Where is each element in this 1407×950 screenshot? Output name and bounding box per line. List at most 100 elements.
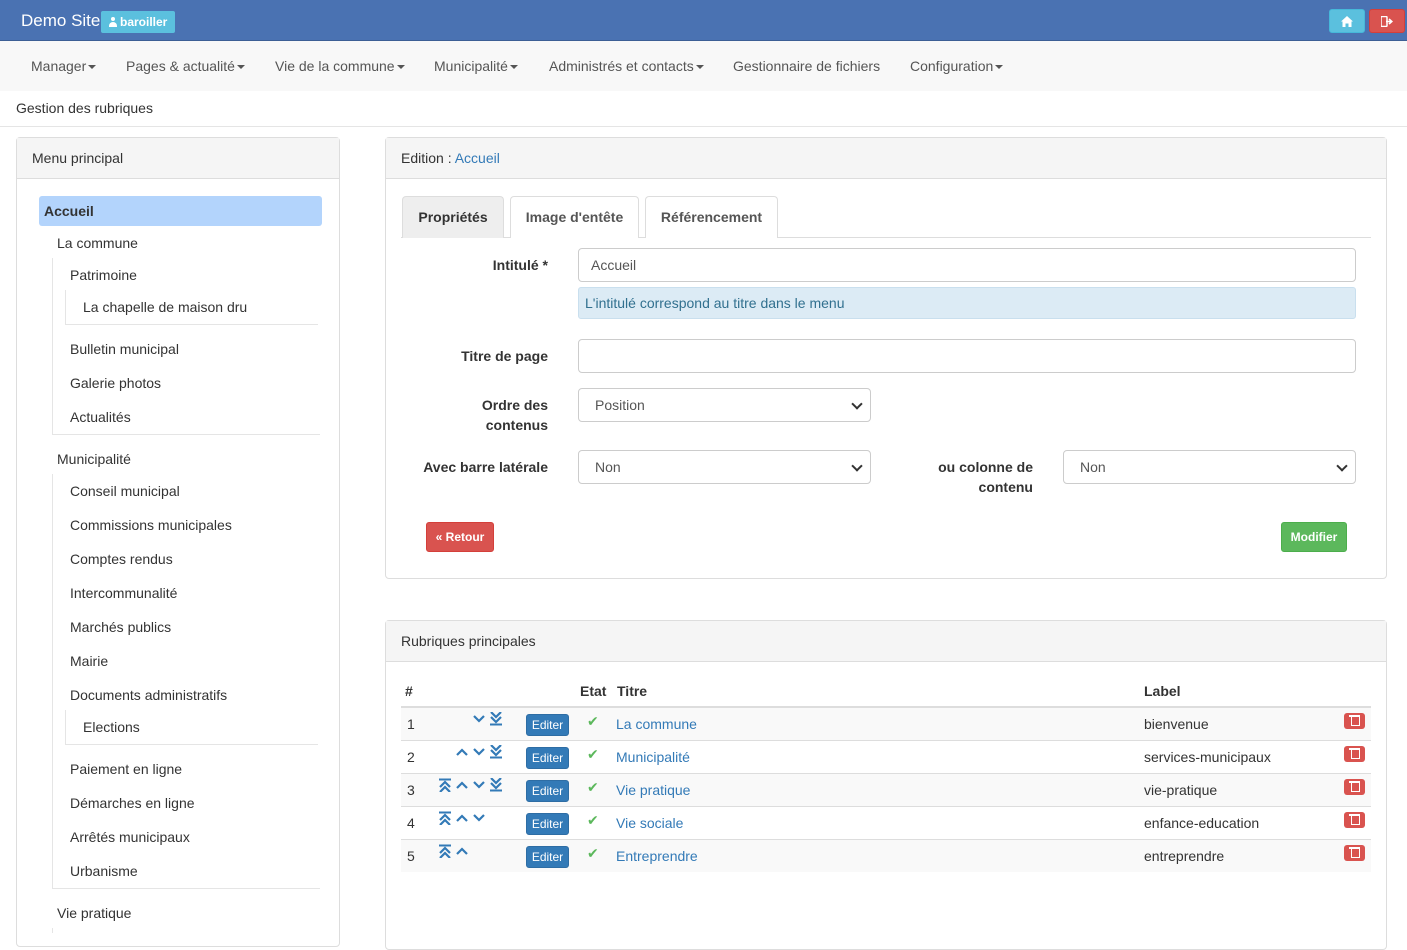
move-down-icon[interactable] [472, 778, 486, 792]
colonne-label: ou colonne de contenu [912, 457, 1033, 497]
status-check-icon: ✔ [587, 779, 599, 795]
row-title-link[interactable]: Vie pratique [616, 782, 690, 798]
colonne-select[interactable]: Non [1063, 450, 1356, 484]
tree-guide [52, 888, 320, 889]
tree-item-accueil[interactable]: Accueil [44, 203, 94, 219]
move-bottom-icon[interactable] [489, 778, 503, 792]
move-down-icon[interactable] [472, 712, 486, 726]
nav-configuration[interactable]: Configuration [910, 58, 1004, 74]
move-up-icon[interactable] [455, 745, 469, 759]
nav-label: Administrés et contacts [549, 58, 694, 74]
tree-guide [65, 744, 318, 745]
table-row: 1 Editer ✔ La commune bienvenue [401, 707, 1371, 740]
tree-item-demarches[interactable]: Démarches en ligne [70, 795, 195, 811]
nav-label: Manager [31, 58, 87, 74]
tree-item-intercommunalite[interactable]: Intercommunalité [70, 585, 177, 601]
row-number: 2 [407, 749, 415, 765]
edition-name-link[interactable]: Accueil [455, 150, 500, 166]
row-title-link[interactable]: Entreprendre [616, 848, 698, 864]
ordre-label-line: contenus [485, 417, 548, 433]
move-bottom-icon[interactable] [489, 745, 503, 759]
row-title-link[interactable]: Municipalité [616, 749, 690, 765]
nav-municipalite[interactable]: Municipalité [434, 58, 518, 74]
intitule-label: Intitulé * [492, 257, 548, 273]
brand-link[interactable]: Demo Site [21, 11, 100, 31]
tab-image-entete[interactable]: Image d'entête [510, 196, 639, 238]
delete-trash-icon[interactable] [1344, 713, 1365, 729]
tree-guide [65, 710, 66, 744]
tree-item-la-commune[interactable]: La commune [57, 235, 138, 251]
nav-vie-commune[interactable]: Vie de la commune [275, 58, 405, 74]
nav-fichiers[interactable]: Gestionnaire de fichiers [733, 58, 880, 74]
col-header-etat: Etat [580, 683, 607, 699]
rubriques-panel-title: Rubriques principales [386, 621, 1386, 662]
nav-administres[interactable]: Administrés et contacts [549, 58, 704, 74]
tree-item-marches[interactable]: Marchés publics [70, 619, 171, 635]
top-bar: Demo Site baroiller [0, 0, 1407, 41]
tree-guide [52, 258, 53, 434]
move-top-icon[interactable] [438, 778, 452, 792]
tree-item-documents[interactable]: Documents administratifs [70, 687, 227, 703]
row-label: services-municipaux [1144, 749, 1271, 765]
tree-item-municipalite[interactable]: Municipalité [57, 451, 131, 467]
tree-item-comptes-rendus[interactable]: Comptes rendus [70, 551, 173, 567]
tree-item-patrimoine[interactable]: Patrimoine [70, 267, 137, 283]
tree-item-urbanisme[interactable]: Urbanisme [70, 863, 138, 879]
retour-button[interactable]: « Retour [426, 522, 494, 552]
tree-item-vie-pratique[interactable]: Vie pratique [57, 905, 131, 921]
move-bottom-icon[interactable] [489, 712, 503, 726]
tree-item-mairie[interactable]: Mairie [70, 653, 108, 669]
nav-pages[interactable]: Pages & actualité [126, 58, 245, 74]
logout-button[interactable] [1369, 9, 1405, 33]
ordre-select[interactable]: Position [578, 388, 871, 422]
logout-icon [1380, 15, 1394, 28]
barre-laterale-select[interactable]: Non [578, 450, 871, 484]
tab-proprietes[interactable]: Propriétés [402, 196, 504, 238]
delete-trash-icon[interactable] [1344, 845, 1365, 861]
delete-trash-icon[interactable] [1344, 812, 1365, 828]
move-top-icon[interactable] [438, 844, 452, 858]
tree-item-chapelle[interactable]: La chapelle de maison dru [83, 299, 247, 315]
move-down-icon[interactable] [472, 811, 486, 825]
row-title-link[interactable]: La commune [616, 716, 697, 732]
user-badge[interactable]: baroiller [101, 11, 176, 33]
tree-item-conseil[interactable]: Conseil municipal [70, 483, 180, 499]
move-up-icon[interactable] [455, 811, 469, 825]
tree-item-commissions[interactable]: Commissions municipales [70, 517, 232, 533]
delete-trash-icon[interactable] [1344, 746, 1365, 762]
row-label: entreprendre [1144, 848, 1225, 864]
status-check-icon: ✔ [587, 746, 599, 762]
table-row: 4 Editer ✔ Vie sociale enfance-education [401, 806, 1371, 839]
intitule-input[interactable]: Accueil [578, 248, 1356, 282]
tree-item-galerie[interactable]: Galerie photos [70, 375, 161, 391]
delete-trash-icon[interactable] [1344, 779, 1365, 795]
tree-item-elections[interactable]: Elections [83, 719, 140, 735]
modifier-button[interactable]: Modifier [1281, 522, 1347, 552]
tree-item-actualites[interactable]: Actualités [70, 409, 131, 425]
move-top-icon[interactable] [438, 811, 452, 825]
edit-button[interactable]: Editer [526, 813, 569, 835]
move-down-icon[interactable] [472, 745, 486, 759]
move-up-icon[interactable] [455, 778, 469, 792]
titre-page-input[interactable] [578, 339, 1356, 373]
page-title: Gestion des rubriques [16, 100, 153, 116]
col-header-num: # [405, 683, 413, 699]
tree-item-bulletin[interactable]: Bulletin municipal [70, 341, 179, 357]
main-nav: Manager Pages & actualité Vie de la comm… [0, 41, 1407, 91]
edit-button[interactable]: Editer [526, 846, 569, 868]
tree-item-arretes[interactable]: Arrêtés municipaux [70, 829, 190, 845]
edit-button[interactable]: Editer [526, 780, 569, 802]
table-row: 5 Editer ✔ Entreprendre entreprendre [401, 839, 1371, 872]
nav-manager[interactable]: Manager [31, 58, 97, 74]
row-label: bienvenue [1144, 716, 1209, 732]
barre-select-value: Non [595, 459, 621, 475]
edit-button[interactable]: Editer [526, 714, 569, 736]
user-name: baroiller [120, 15, 168, 29]
tree-item-paiement[interactable]: Paiement en ligne [70, 761, 182, 777]
row-title-link[interactable]: Vie sociale [616, 815, 683, 831]
move-up-icon[interactable] [455, 844, 469, 858]
colonne-select-value: Non [1080, 459, 1106, 475]
edit-button[interactable]: Editer [526, 747, 569, 769]
tab-referencement[interactable]: Référencement [645, 196, 778, 238]
home-button[interactable] [1329, 9, 1365, 33]
